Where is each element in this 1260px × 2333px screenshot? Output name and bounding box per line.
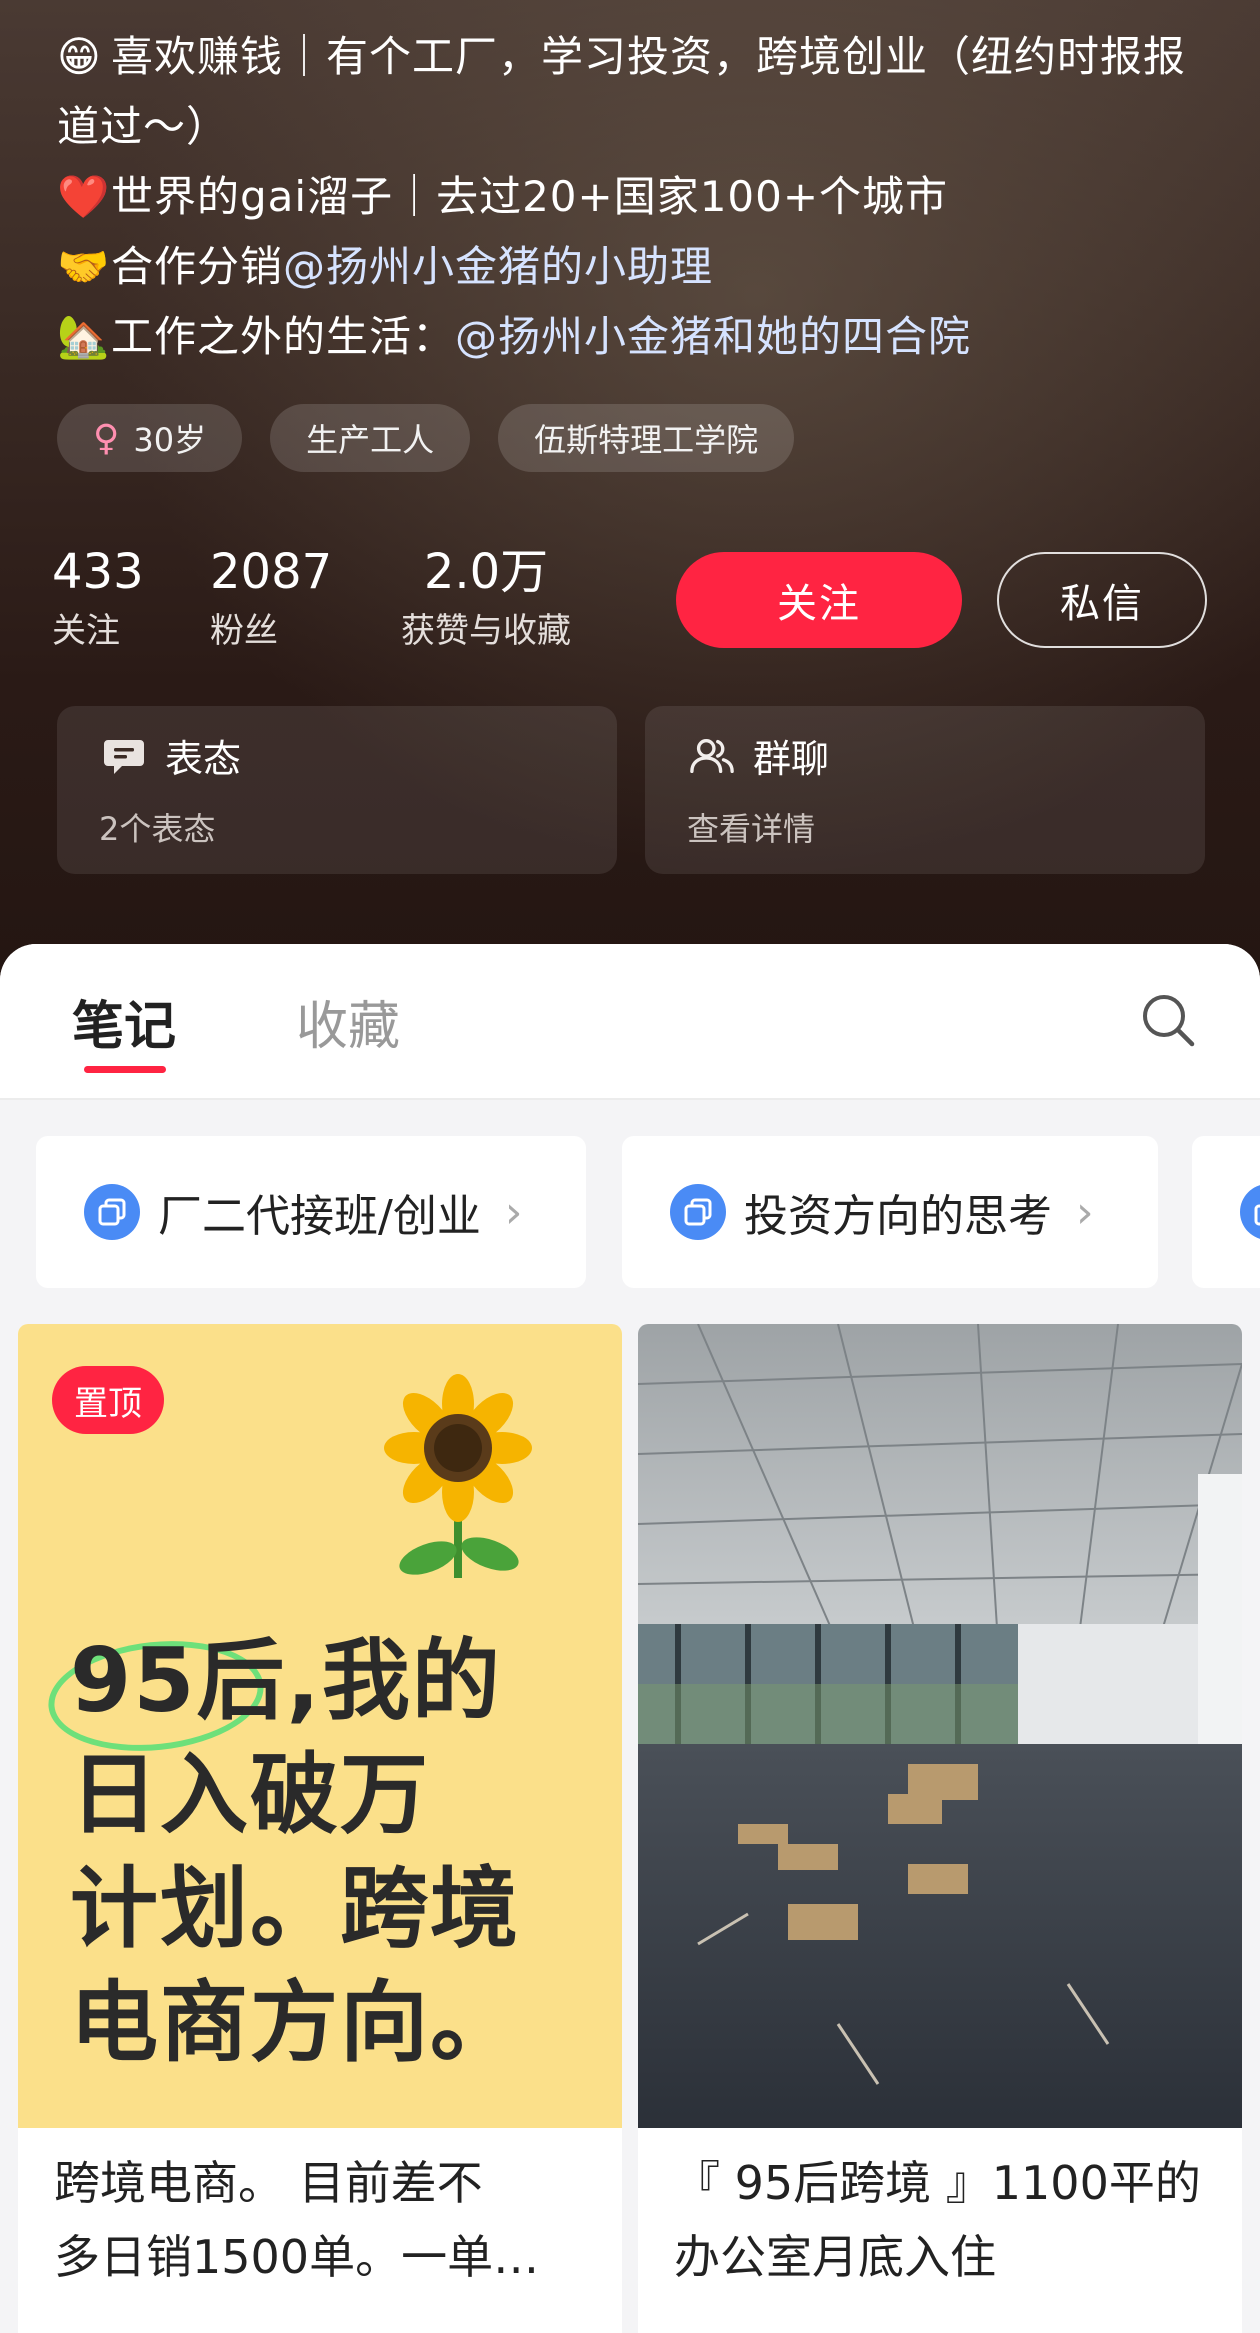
grin-emoji-icon: 😁: [57, 32, 102, 81]
content-sheet: 笔记 收藏 厂二代接班/创业 › 投资方向的思考 › 置顶 95后,我的 日入破…: [0, 944, 1260, 2333]
cover-line: 电商方向。: [70, 1971, 521, 2074]
following-count: 433: [52, 544, 144, 600]
female-icon: ♀: [93, 417, 120, 459]
likes-label: 获赞与收藏: [401, 611, 571, 651]
stat-likes[interactable]: 2.0万 获赞与收藏: [376, 540, 596, 658]
profile-tags: ♀ 30岁 生产工人 伍斯特理工学院: [57, 404, 795, 472]
following-label: 关注: [52, 611, 120, 651]
cover-line: 日入破万: [70, 1743, 431, 1846]
bio-line-3: 🤝合作分销@扬州小金猪的小助理: [57, 232, 1217, 302]
collection-stack-icon: [670, 1184, 726, 1240]
bio-line-2: ❤️世界的gai溜子｜去过20+国家100+个城市: [57, 162, 1217, 232]
cover-text: 95后,我的 日入破万 计划。跨境 电商方向。: [70, 1624, 590, 2080]
collection-stack-icon: [84, 1184, 140, 1240]
collection-label: 厂二代接班/创业: [158, 1191, 481, 1242]
collection-stack-icon: [1240, 1184, 1260, 1240]
note-cover: 置顶 95后,我的 日入破万 计划。跨境 电商方向。: [18, 1324, 622, 2128]
collection-label: 投资方向的思考: [744, 1191, 1052, 1242]
note-card[interactable]: 『 95后跨境 』1100平的 办公室月底入住: [638, 1324, 1242, 2333]
bio-line-4: 🏡工作之外的生活：@扬州小金猪和她的四合院: [57, 302, 1217, 372]
content-tabs: 笔记 收藏: [0, 944, 1260, 1100]
collection-item-partial[interactable]: [1192, 1136, 1260, 1288]
collection-item[interactable]: 厂二代接班/创业 ›: [36, 1136, 586, 1288]
heart-emoji-icon: ❤️: [57, 172, 111, 221]
tag-school-label: 伍斯特理工学院: [534, 421, 759, 459]
bio-text-4: 工作之外的生活：: [111, 312, 456, 361]
group-chat-card[interactable]: 群聊 查看详情: [645, 706, 1205, 874]
group-chat-title: 群聊: [753, 737, 830, 781]
follow-button[interactable]: 关注: [676, 552, 962, 648]
note-title: 跨境电商。 目前差不 多日销1500单。一单…: [54, 2146, 594, 2294]
bio: 😁 喜欢赚钱｜有个工厂，学习投资，跨境创业（纽约时报报道过～） ❤️世界的gai溜…: [57, 22, 1217, 372]
tag-age: ♀ 30岁: [57, 404, 243, 472]
empty-office-photo: [638, 1324, 1242, 2128]
group-users-icon: [689, 733, 735, 779]
search-icon[interactable]: [1138, 990, 1198, 1050]
note-title-line: 多日销1500单。一单…: [54, 2230, 540, 2284]
chevron-right-icon: ›: [504, 1186, 523, 1238]
note-title-line: 办公室月底入住: [674, 2230, 996, 2284]
group-chat-card-head: 群聊: [689, 728, 829, 783]
followers-label: 粉丝: [210, 611, 278, 651]
bio-text-3: 合作分销: [111, 242, 284, 291]
note-title-line: 『 95后跨境 』1100平的: [674, 2156, 1201, 2210]
reactions-sub: 2个表态: [99, 810, 216, 848]
note-title: 『 95后跨境 』1100平的 办公室月底入住: [674, 2146, 1214, 2294]
collection-item[interactable]: 投资方向的思考 ›: [622, 1136, 1158, 1288]
collections-row: 厂二代接班/创业 › 投资方向的思考 ›: [0, 1136, 1260, 1288]
note-title-line: 跨境电商。 目前差不: [54, 2156, 483, 2210]
note-cover-photo: [638, 1324, 1242, 2128]
house-emoji-icon: 🏡: [57, 312, 111, 361]
sunflower-icon: [358, 1368, 558, 1592]
tab-collections[interactable]: 收藏: [296, 984, 400, 1059]
tag-age-label: 30岁: [133, 421, 207, 459]
tag-school: 伍斯特理工学院: [498, 404, 795, 472]
bio-text-2: 世界的gai溜子｜去过20+国家100+个城市: [111, 172, 949, 221]
mention-assistant-link[interactable]: @扬州小金猪的小助理: [283, 242, 713, 291]
tag-job-label: 生产工人: [306, 421, 435, 459]
reactions-card[interactable]: 表态 2个表态: [57, 706, 617, 874]
cover-line: 95后,我的: [70, 1629, 502, 1732]
tag-job: 生产工人: [270, 404, 471, 472]
profile-stats: 433 关注 2087 粉丝 2.0万 获赞与收藏: [52, 540, 596, 658]
tab-notes[interactable]: 笔记: [72, 984, 176, 1059]
profile-header: 😁 喜欢赚钱｜有个工厂，学习投资，跨境创业（纽约时报报道过～） ❤️世界的gai溜…: [0, 0, 1260, 980]
pinned-badge: 置顶: [52, 1366, 164, 1434]
handshake-emoji-icon: 🤝: [57, 242, 111, 291]
chevron-right-icon: ›: [1076, 1186, 1094, 1238]
bio-text-1: 喜欢赚钱｜有个工厂，学习投资，跨境创业（纽约时报报道过～）: [57, 32, 1187, 151]
active-tab-indicator: [84, 1066, 166, 1073]
reactions-title: 表态: [165, 737, 242, 781]
stat-followers[interactable]: 2087 粉丝: [206, 540, 376, 658]
message-button[interactable]: 私信: [997, 552, 1207, 648]
reactions-card-head: 表态: [101, 728, 241, 783]
cover-line: 计划。跨境: [70, 1857, 521, 1960]
note-card[interactable]: 置顶 95后,我的 日入破万 计划。跨境 电商方向。 跨境电商。 目前差不 多日…: [18, 1324, 622, 2333]
group-chat-sub: 查看详情: [687, 810, 816, 848]
bio-line-1: 😁 喜欢赚钱｜有个工厂，学习投资，跨境创业（纽约时报报道过～）: [57, 22, 1217, 162]
mention-courtyard-link[interactable]: @扬州小金猪和她的四合院: [455, 312, 971, 361]
likes-count: 2.0万: [423, 544, 549, 600]
stat-following[interactable]: 433 关注: [52, 540, 206, 658]
chat-bubble-icon: [101, 733, 147, 779]
followers-count: 2087: [210, 544, 333, 600]
